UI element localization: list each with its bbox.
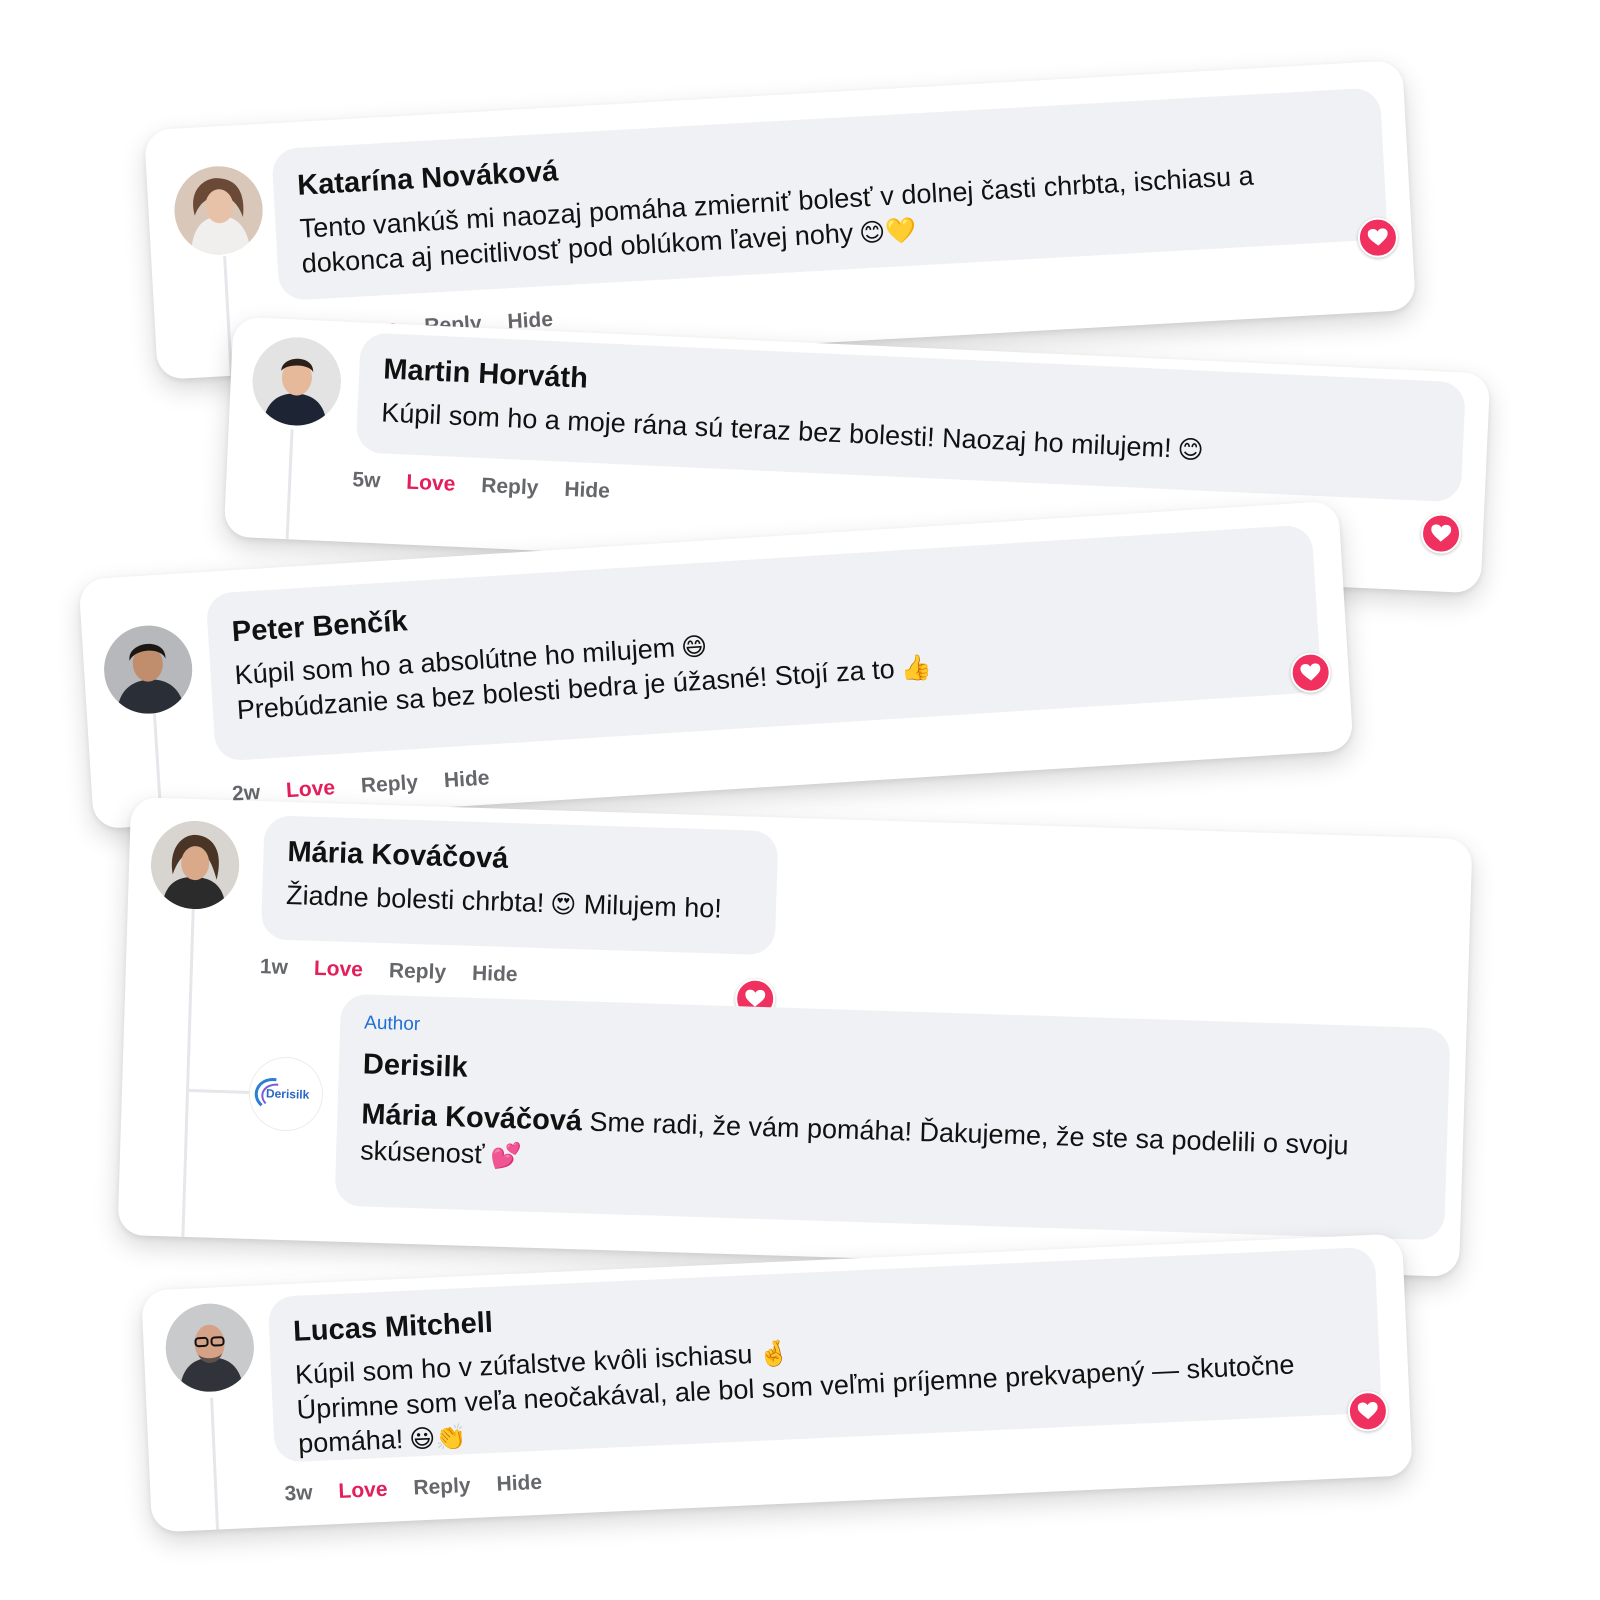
reply-button[interactable]: Reply <box>389 959 447 985</box>
logo-text: Derisilk <box>266 1086 310 1101</box>
emoji: 👍 <box>899 652 933 684</box>
heart-reaction-icon[interactable] <box>1356 216 1400 259</box>
hide-button[interactable]: Hide <box>472 962 518 987</box>
comment-actions: 3w Love Reply Hide <box>284 1471 543 1507</box>
comment-actions: 5w Love Reply Hide <box>352 468 611 504</box>
comment-bubble: Peter Benčík Kúpil som ho a absolútne ho… <box>205 524 1322 762</box>
comment-author[interactable]: Mária Kováčová <box>287 834 752 885</box>
heart-reaction-icon[interactable] <box>1420 512 1462 555</box>
hide-button[interactable]: Hide <box>443 766 490 793</box>
comment-bubble: Lucas Mitchell Kúpil som ho v zúfalstve … <box>267 1246 1382 1463</box>
comment-bubble: Mária Kováčová Žiadne bolesti chrbta! 😍 M… <box>260 815 779 956</box>
heart-reaction-icon[interactable] <box>1347 1390 1389 1433</box>
avatar[interactable] <box>149 819 241 911</box>
thread-line <box>181 908 195 1237</box>
love-button[interactable]: Love <box>338 1478 388 1504</box>
emoji: 😃👏 <box>408 1422 468 1455</box>
mention-link[interactable]: Mária Kováčová <box>361 1099 583 1138</box>
timestamp[interactable]: 5w <box>352 468 381 493</box>
author-reply-bubble: Author Derisilk Mária Kováčová Sme radi,… <box>334 993 1451 1241</box>
avatar[interactable] <box>250 335 343 428</box>
emoji: 😍 <box>549 889 577 920</box>
love-button[interactable]: Love <box>406 471 456 497</box>
comment-text: Mária Kováčová Sme radi, že vám pomáha! … <box>359 1098 1350 1170</box>
love-button[interactable]: Love <box>314 957 364 983</box>
derisilk-logo-icon[interactable]: Derisilk <box>248 1056 324 1132</box>
reply-button[interactable]: Reply <box>481 474 539 501</box>
reply-connector <box>185 1088 257 1095</box>
emoji: 😄 <box>680 631 709 663</box>
love-button[interactable]: Love <box>285 776 335 803</box>
hide-button[interactable]: Hide <box>564 478 611 504</box>
emoji: 😊💛 <box>858 215 918 248</box>
timestamp[interactable]: 1w <box>260 955 289 980</box>
hide-button[interactable]: Hide <box>496 1471 543 1497</box>
comment-card-peter: Peter Benčík Kúpil som ho a absolútne ho… <box>78 500 1354 830</box>
timestamp[interactable]: 3w <box>284 1481 313 1506</box>
avatar[interactable] <box>172 163 265 257</box>
comment-actions: 1w Love Reply Hide <box>260 955 518 987</box>
emoji: 🤞 <box>757 1338 791 1370</box>
comment-card-maria: Mária Kováčová Žiadne bolesti chrbta! 😍 M… <box>117 797 1473 1277</box>
comment-bubble: Katarína Nováková Tento vankúš mi naozaj… <box>271 87 1389 302</box>
emoji: 😊 <box>1176 434 1205 465</box>
avatar[interactable] <box>163 1301 256 1394</box>
reply-button[interactable]: Reply <box>413 1474 471 1501</box>
thread-line <box>210 1397 220 1530</box>
emoji: 💕 <box>489 1139 522 1170</box>
reply-button[interactable]: Reply <box>360 771 419 799</box>
avatar[interactable] <box>101 622 195 717</box>
thread-line <box>285 429 294 540</box>
comment-card-lucas: Lucas Mitchell Kúpil som ho v zúfalstve … <box>141 1233 1413 1533</box>
comment-text: Žiadne bolesti chrbta! 😍 Milujem ho! <box>285 880 723 924</box>
